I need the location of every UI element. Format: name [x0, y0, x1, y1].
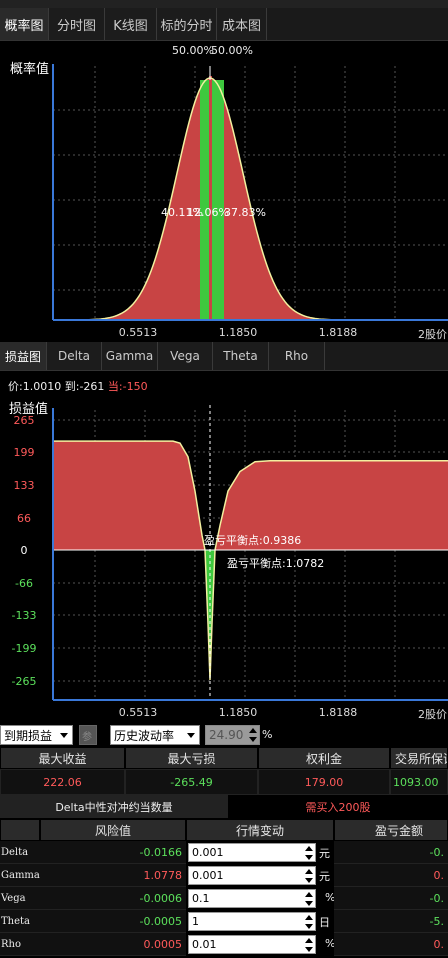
- risk-row-name: Vega: [0, 887, 40, 910]
- chevron-down-icon: [60, 733, 68, 738]
- risk-row-name: Delta: [0, 841, 40, 864]
- risk-row-name: Gamma: [0, 864, 40, 887]
- risk-row-change-input[interactable]: 0.1: [188, 889, 316, 908]
- stat-header-margin: 交易所保证: [390, 747, 448, 769]
- stat-header-max-gain: 最大收益: [0, 747, 125, 769]
- pnl-y-tick: -133: [11, 609, 37, 622]
- pnl-x-tick: 1.1850: [218, 706, 258, 719]
- param-button-label: 参: [82, 731, 92, 743]
- risk-row-value: 1.0778: [40, 864, 186, 887]
- risk-row-unit: 日: [319, 916, 330, 929]
- risk-row-name: Theta: [0, 910, 40, 933]
- pnl-x-tick: 1.8188: [318, 706, 358, 719]
- pnl-y-tick: -199: [11, 642, 37, 655]
- stat-header-premium: 权利金: [258, 747, 390, 769]
- risk-row-change-value: 0.1: [192, 892, 210, 905]
- stepper-icon[interactable]: [305, 938, 313, 952]
- pnl-y-tick: 0: [20, 544, 28, 557]
- pnl-chart: [52, 405, 448, 701]
- risk-row-change-input[interactable]: 0.001: [188, 843, 316, 862]
- mode-select-value: 到期损益: [4, 728, 53, 743]
- risk-row-change-value: 0.001: [192, 869, 224, 882]
- risk-header-change: 行情变动: [186, 819, 334, 841]
- risk-row-value: -0.0006: [40, 887, 186, 910]
- stepper-icon[interactable]: [249, 728, 257, 742]
- risk-row-change-input[interactable]: 1: [188, 912, 316, 931]
- risk-header-pnl: 盈亏金额: [334, 819, 448, 841]
- pnl-y-tick: 199: [13, 446, 35, 459]
- risk-header-corner: [0, 819, 40, 841]
- param-button[interactable]: 参: [79, 725, 97, 745]
- risk-row-pnl: 0.: [334, 933, 448, 956]
- breakeven-label-2: 盈亏平衡点:1.0782: [227, 557, 325, 570]
- hedge-label: Delta中性对冲约当数量: [0, 795, 228, 818]
- stepper-icon[interactable]: [305, 869, 313, 883]
- pnl-x-tick-last-value: 2: [418, 708, 425, 721]
- risk-header-risk: 风险值: [40, 819, 186, 841]
- volatility-input[interactable]: 24.90: [205, 725, 260, 745]
- volatility-unit: %: [262, 728, 273, 741]
- risk-row-pnl: 0.: [334, 864, 448, 887]
- stepper-icon[interactable]: [305, 846, 313, 860]
- mode-select[interactable]: 到期损益: [0, 725, 73, 745]
- risk-row-unit: 元: [319, 847, 330, 860]
- pnl-y-tick: -66: [15, 577, 33, 590]
- pnl-x-tick-last: 2股价: [418, 706, 447, 722]
- pnl-y-tick: 66: [17, 512, 31, 525]
- risk-row-value: 0.0005: [40, 933, 186, 956]
- breakeven-label-1: 盈亏平衡点:0.9386: [204, 534, 302, 547]
- volatility-select-value: 历史波动率: [114, 728, 175, 743]
- risk-row-change-value: 0.01: [192, 938, 217, 951]
- volatility-input-value: 24.90: [209, 728, 244, 742]
- risk-row-change-input[interactable]: 0.01: [188, 935, 316, 954]
- stat-value-max-gain: 222.06: [0, 769, 125, 795]
- pnl-y-tick: 265: [13, 414, 35, 427]
- stat-value-max-loss: -265.49: [125, 769, 258, 795]
- chevron-down-icon: [187, 733, 195, 738]
- pnl-x-unit: 股价: [425, 708, 447, 721]
- risk-row-pnl: -5.: [334, 910, 448, 933]
- stat-header-max-loss: 最大亏损: [125, 747, 258, 769]
- pnl-y-tick: -265: [11, 675, 37, 688]
- stepper-icon[interactable]: [305, 915, 313, 929]
- risk-row-value: -0.0005: [40, 910, 186, 933]
- risk-row-name: Rho: [0, 933, 40, 956]
- pnl-y-tick: 133: [13, 479, 35, 492]
- risk-row-change-value: 0.001: [192, 846, 224, 859]
- risk-row-change-input[interactable]: 0.001: [188, 866, 316, 885]
- risk-row-pnl: -0.: [334, 887, 448, 910]
- stepper-icon[interactable]: [305, 892, 313, 906]
- risk-row-pnl: -0.: [334, 841, 448, 864]
- stat-value-margin: 1093.00: [390, 769, 448, 795]
- risk-row-value: -0.0166: [40, 841, 186, 864]
- hedge-value: 需买入200股: [228, 795, 448, 818]
- risk-row-unit: 元: [319, 870, 330, 883]
- risk-row-change-value: 1: [192, 915, 199, 928]
- volatility-select[interactable]: 历史波动率: [110, 725, 200, 745]
- stat-value-premium: 179.00: [258, 769, 390, 795]
- pnl-x-tick: 0.5513: [118, 706, 158, 719]
